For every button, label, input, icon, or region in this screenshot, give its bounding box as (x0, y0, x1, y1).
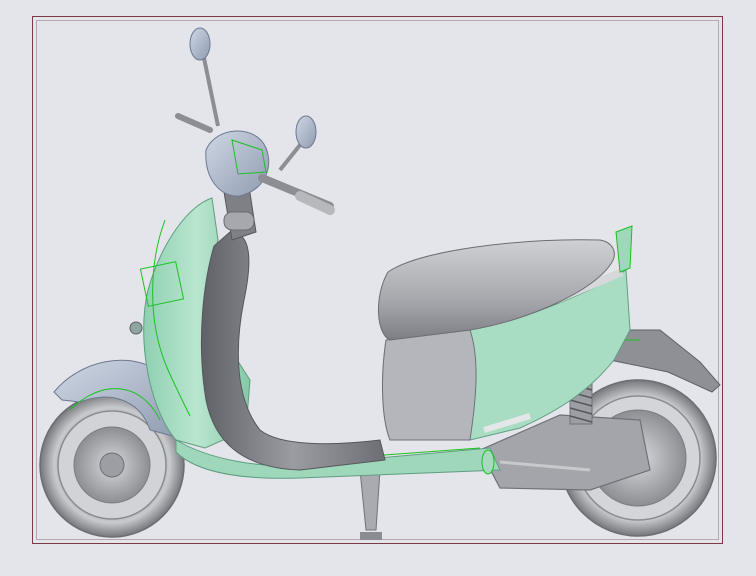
kickstand (359, 469, 382, 540)
scooter-model[interactable] (0, 0, 756, 576)
leg-shield-inner (200, 231, 386, 471)
3d-viewport[interactable] (0, 0, 756, 576)
